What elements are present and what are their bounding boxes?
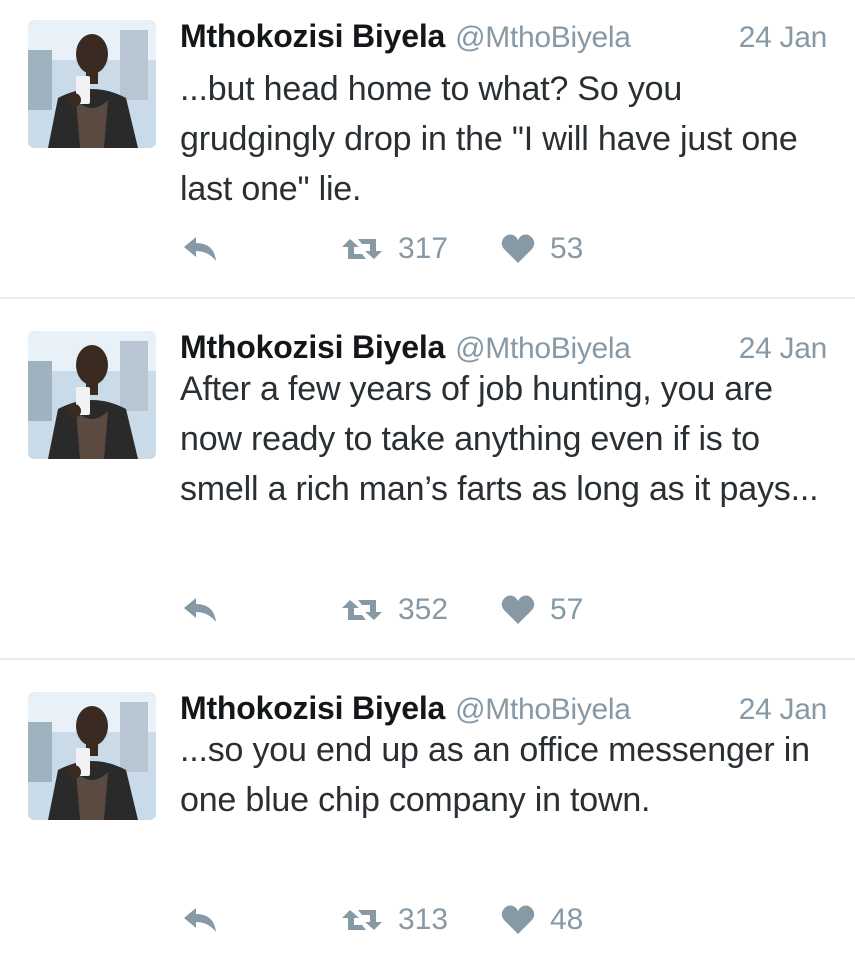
tweet-actions: 317 53 xyxy=(180,229,640,269)
tweet-date[interactable]: 24 Jan xyxy=(739,693,828,727)
tweet-actions: 352 57 xyxy=(180,590,640,630)
tweet-header: Mthokozisi Biyela @MthoBiyela 24 Jan xyxy=(180,690,827,730)
retweet-button[interactable]: 313 xyxy=(340,900,448,940)
reply-icon xyxy=(184,908,216,932)
retweet-count: 317 xyxy=(398,232,449,265)
avatar[interactable] xyxy=(28,20,156,148)
like-count: 53 xyxy=(550,232,584,265)
retweet-icon xyxy=(342,239,382,259)
tweet-divider xyxy=(0,658,855,660)
like-count: 48 xyxy=(550,903,584,936)
heart-icon xyxy=(501,595,535,624)
reply-button[interactable] xyxy=(180,229,220,269)
timeline: Mthokozisi Biyela @MthoBiyela 24 Jan ...… xyxy=(0,0,855,960)
author-name[interactable]: Mthokozisi Biyela xyxy=(180,690,445,727)
author-name[interactable]: Mthokozisi Biyela xyxy=(180,18,445,55)
tweet-divider xyxy=(0,297,855,299)
avatar-image xyxy=(28,331,156,459)
tweet-text: ...but head home to what? So you grudgin… xyxy=(180,70,798,208)
reply-icon xyxy=(184,237,216,261)
like-button[interactable]: 53 xyxy=(500,229,583,269)
reply-button[interactable] xyxy=(180,900,220,940)
retweet-button[interactable]: 352 xyxy=(340,590,448,630)
tweet-text: After a few years of job hunting, you ar… xyxy=(180,370,819,508)
heart-icon xyxy=(501,234,535,263)
tweet[interactable]: Mthokozisi Biyela @MthoBiyela 24 Jan ...… xyxy=(0,0,855,300)
tweet-header: Mthokozisi Biyela @MthoBiyela 24 Jan xyxy=(180,18,827,58)
author-name[interactable]: Mthokozisi Biyela xyxy=(180,329,445,366)
retweet-count: 352 xyxy=(398,593,449,626)
tweet[interactable]: Mthokozisi Biyela @MthoBiyela 24 Jan ...… xyxy=(0,661,855,960)
retweet-button[interactable]: 317 xyxy=(340,229,448,269)
avatar-image xyxy=(28,692,156,820)
like-count: 57 xyxy=(550,593,584,626)
tweet[interactable]: Mthokozisi Biyela @MthoBiyela 24 Jan Aft… xyxy=(0,300,855,661)
author-handle[interactable]: @MthoBiyela xyxy=(455,21,631,55)
reply-button[interactable] xyxy=(180,590,220,630)
avatar[interactable] xyxy=(28,692,156,820)
avatar[interactable] xyxy=(28,331,156,459)
author-handle[interactable]: @MthoBiyela xyxy=(455,332,631,366)
reply-icon xyxy=(184,598,216,622)
avatar-image xyxy=(28,20,156,148)
tweet-date[interactable]: 24 Jan xyxy=(739,332,828,366)
retweet-icon xyxy=(342,600,382,620)
tweet-text: ...so you end up as an office messenger … xyxy=(180,731,810,819)
like-button[interactable]: 57 xyxy=(500,590,583,630)
tweet-date[interactable]: 24 Jan xyxy=(739,21,828,55)
heart-icon xyxy=(501,905,535,934)
tweet-actions: 313 48 xyxy=(180,900,640,940)
like-button[interactable]: 48 xyxy=(500,900,583,940)
retweet-icon xyxy=(342,910,382,930)
retweet-count: 313 xyxy=(398,903,449,936)
tweet-header: Mthokozisi Biyela @MthoBiyela 24 Jan xyxy=(180,329,827,369)
author-handle[interactable]: @MthoBiyela xyxy=(455,693,631,727)
